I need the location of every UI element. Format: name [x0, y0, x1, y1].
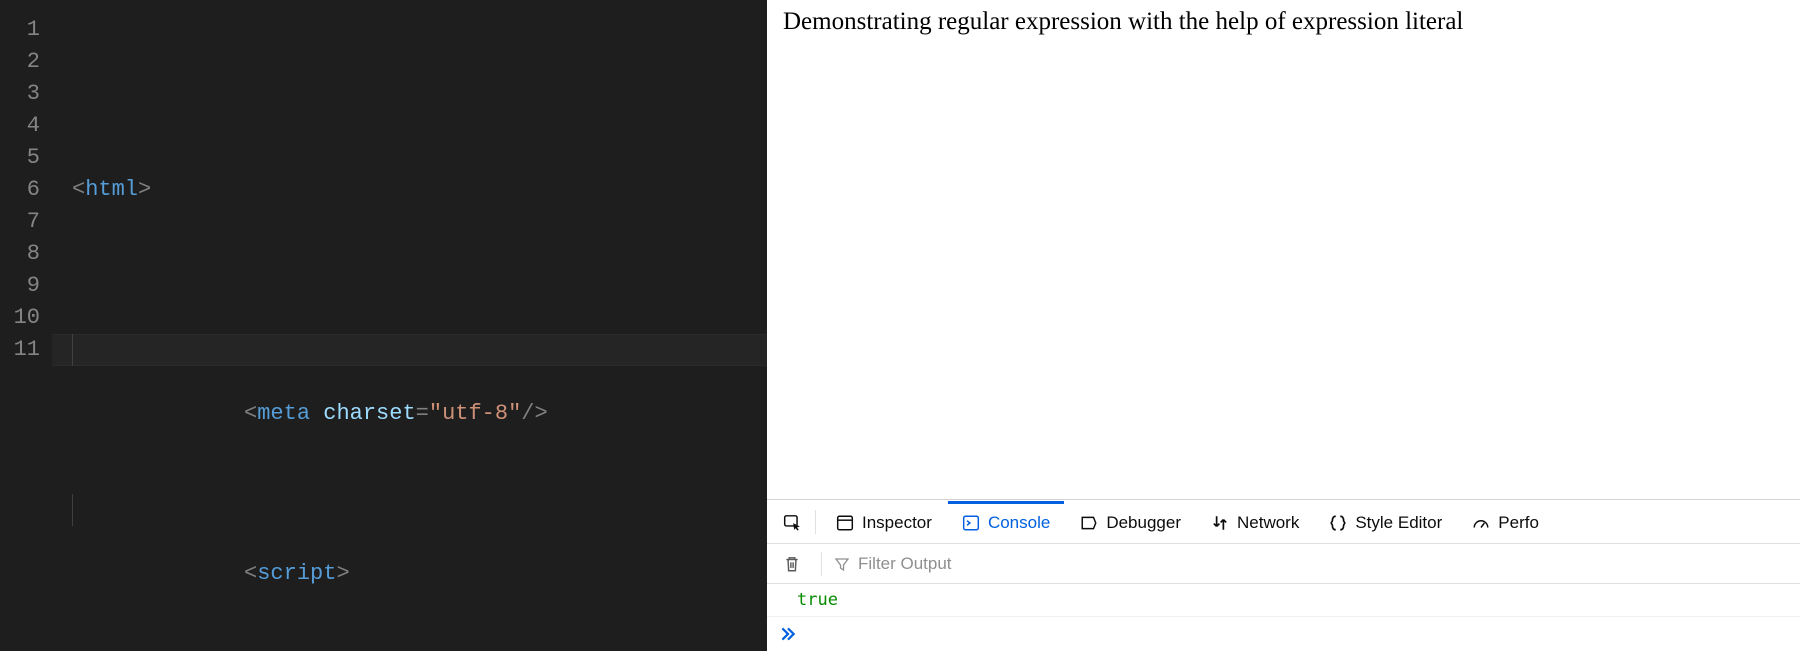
- clear-console-button[interactable]: [775, 544, 809, 583]
- punct: />: [521, 401, 547, 426]
- tab-label: Perfo: [1498, 513, 1539, 533]
- punct: <: [244, 401, 257, 426]
- debugger-icon: [1080, 514, 1098, 532]
- line-number: 5: [0, 142, 40, 174]
- line-number: 9: [0, 270, 40, 302]
- line-number: 8: [0, 238, 40, 270]
- tab-console[interactable]: Console: [948, 500, 1064, 543]
- separator: [821, 552, 822, 576]
- console-value: true: [797, 590, 838, 610]
- tag-name: html: [85, 177, 138, 202]
- tab-label: Debugger: [1106, 513, 1181, 533]
- tag-name: script: [257, 561, 336, 586]
- console-filter-bar: [767, 544, 1800, 584]
- tab-label: Inspector: [862, 513, 932, 533]
- code-editor[interactable]: 1 2 3 4 5 6 7 8 9 10 11 <html> <meta ch: [0, 0, 767, 651]
- performance-icon: [1472, 514, 1490, 532]
- line-number: 6: [0, 174, 40, 206]
- string: "utf-8": [429, 401, 521, 426]
- punct: >: [336, 561, 349, 586]
- filter-input[interactable]: [858, 554, 1800, 574]
- console-log-row[interactable]: true: [767, 584, 1800, 617]
- code-line: <meta charset="utf-8"/>: [72, 334, 767, 366]
- attr-name: charset: [323, 401, 415, 426]
- line-number: 7: [0, 206, 40, 238]
- inspector-icon: [836, 514, 854, 532]
- tab-network[interactable]: Network: [1197, 500, 1313, 543]
- style-editor-icon: [1329, 514, 1347, 532]
- page-body-text: Demonstrating regular expression with th…: [783, 8, 1463, 35]
- line-number: 11: [0, 334, 40, 366]
- code-line: <script>: [72, 494, 767, 526]
- network-icon: [1211, 514, 1229, 532]
- punct: <: [244, 561, 257, 586]
- tab-style-editor[interactable]: Style Editor: [1315, 500, 1456, 543]
- trash-icon: [783, 555, 801, 573]
- punct: >: [138, 177, 151, 202]
- line-number: 2: [0, 46, 40, 78]
- filter-icon: [834, 556, 850, 572]
- code-line: <html>: [72, 174, 767, 206]
- tab-debugger[interactable]: Debugger: [1066, 500, 1195, 543]
- devtools-tabbar: Inspector Console Debugger Network Style: [767, 500, 1800, 544]
- tab-label: Network: [1237, 513, 1299, 533]
- prompt-chevron-icon: [779, 625, 797, 643]
- line-number-gutter: 1 2 3 4 5 6 7 8 9 10 11: [0, 0, 52, 651]
- tab-performance[interactable]: Perfo: [1458, 500, 1553, 543]
- tab-inspector[interactable]: Inspector: [822, 500, 946, 543]
- rendered-page: Demonstrating regular expression with th…: [767, 0, 1800, 499]
- tab-label: Style Editor: [1355, 513, 1442, 533]
- separator: [815, 510, 816, 534]
- line-number: 3: [0, 78, 40, 110]
- punct: <: [72, 177, 85, 202]
- line-number: 1: [0, 14, 40, 46]
- line-number: 10: [0, 302, 40, 334]
- line-number: 4: [0, 110, 40, 142]
- punct: =: [416, 401, 429, 426]
- element-picker-button[interactable]: [775, 500, 809, 543]
- console-output-area: true: [767, 584, 1800, 651]
- console-icon: [962, 514, 980, 532]
- app-root: 1 2 3 4 5 6 7 8 9 10 11 <html> <meta ch: [0, 0, 1800, 651]
- devtools-panel: Inspector Console Debugger Network Style: [767, 499, 1800, 651]
- tab-label: Console: [988, 513, 1050, 533]
- console-input-prompt[interactable]: [767, 617, 1800, 651]
- tag-name: meta: [257, 401, 310, 426]
- code-area[interactable]: <html> <meta charset="utf-8"/> <script> …: [52, 0, 767, 651]
- browser-pane: Demonstrating regular expression with th…: [767, 0, 1800, 651]
